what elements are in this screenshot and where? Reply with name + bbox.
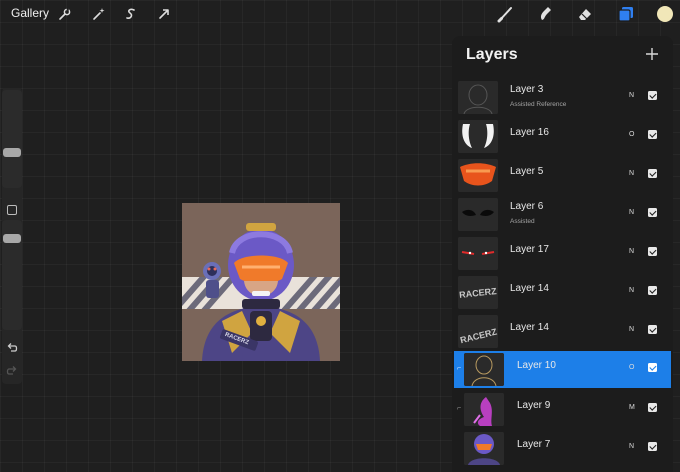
visibility-checkbox[interactable]: [648, 363, 657, 372]
layer-thumbnail: [464, 353, 504, 386]
layer-thumbnail: [458, 81, 498, 114]
transform-arrow-icon[interactable]: [155, 5, 173, 23]
layer-row[interactable]: Layer 6 Assisted N: [454, 196, 671, 233]
layer-name: Layer 7: [517, 439, 551, 450]
layer-name: Layer 14: [510, 283, 549, 294]
layer-name: Layer 5: [510, 166, 544, 177]
gallery-button[interactable]: Gallery: [11, 6, 49, 20]
modify-button[interactable]: [7, 205, 17, 215]
layer-thumbnail: RACERZ: [458, 276, 498, 309]
layer-name: Layer 9: [517, 400, 551, 411]
layer-name: Layer 16: [510, 127, 549, 138]
blend-mode-button[interactable]: N: [629, 443, 634, 450]
layer-row[interactable]: RACERZ Layer 14 N: [454, 274, 671, 311]
layer-row[interactable]: Layer 16 O: [454, 118, 671, 155]
plus-icon[interactable]: [643, 45, 661, 63]
layer-name: Layer 14: [510, 322, 549, 333]
visibility-checkbox[interactable]: [648, 442, 657, 451]
clip-indicator-icon: ⌐: [457, 405, 462, 412]
wrench-icon[interactable]: [56, 5, 74, 23]
layer-name: Layer 17: [510, 244, 549, 255]
layers-panel: Layers Layer 3 Assisted Reference N Laye…: [452, 36, 673, 472]
visibility-checkbox[interactable]: [648, 91, 657, 100]
layer-row[interactable]: Layer 7 N: [454, 430, 671, 467]
blend-mode-button[interactable]: O: [629, 131, 634, 138]
blend-mode-button[interactable]: N: [629, 170, 634, 177]
layer-thumbnail: [458, 198, 498, 231]
blend-mode-button[interactable]: N: [629, 92, 634, 99]
color-swatch-icon[interactable]: [655, 5, 675, 23]
visibility-checkbox[interactable]: [648, 247, 657, 256]
layer-name: Layer 10: [517, 360, 556, 371]
selection-icon[interactable]: [122, 5, 140, 23]
layer-thumbnail: [464, 432, 504, 465]
layer-name: Layer 3: [510, 84, 544, 95]
undo-icon[interactable]: [6, 341, 18, 359]
layer-subtitle: Assisted Reference: [510, 101, 567, 108]
blend-mode-button[interactable]: N: [629, 248, 634, 255]
brush-size-slider[interactable]: [2, 90, 22, 188]
layer-row[interactable]: Layer 3 Assisted Reference N: [454, 79, 671, 116]
left-sidebar: [2, 88, 22, 384]
layer-thumbnail: [464, 393, 504, 426]
blend-mode-button[interactable]: O: [629, 364, 634, 371]
opacity-knob[interactable]: [3, 234, 21, 243]
eraser-icon[interactable]: [575, 5, 595, 23]
layer-row[interactable]: Layer 5 N: [454, 157, 671, 194]
layer-thumbnail: [458, 159, 498, 192]
layer-thumbnail: [458, 120, 498, 153]
top-toolbar: Gallery: [0, 0, 680, 28]
blend-mode-button[interactable]: N: [629, 209, 634, 216]
visibility-checkbox[interactable]: [648, 130, 657, 139]
visibility-checkbox[interactable]: [648, 325, 657, 334]
visibility-checkbox[interactable]: [648, 169, 657, 178]
layer-row[interactable]: Layer 17 N: [454, 235, 671, 272]
visibility-checkbox[interactable]: [648, 403, 657, 412]
redo-icon[interactable]: [6, 364, 18, 382]
blend-mode-button[interactable]: N: [629, 287, 634, 294]
layer-subtitle: Assisted: [510, 218, 535, 225]
visibility-checkbox[interactable]: [648, 208, 657, 217]
opacity-slider[interactable]: [2, 220, 22, 330]
magic-wand-icon[interactable]: [90, 5, 108, 23]
layer-row-selected[interactable]: ⌐ Layer 10 O: [454, 351, 671, 388]
layers-icon[interactable]: [616, 5, 636, 23]
artwork-canvas[interactable]: RACERZ: [182, 203, 340, 361]
visibility-checkbox[interactable]: [648, 286, 657, 295]
layer-row[interactable]: ⌐ Layer 9 M: [454, 391, 671, 428]
smudge-icon[interactable]: [535, 5, 555, 23]
blend-mode-button[interactable]: N: [629, 326, 634, 333]
clip-indicator-icon: ⌐: [457, 365, 462, 372]
panel-title: Layers: [466, 46, 518, 63]
layer-name: Layer 6: [510, 201, 544, 212]
layer-thumbnail: [458, 237, 498, 270]
layer-thumbnail: RACERZ: [458, 315, 498, 348]
brush-icon[interactable]: [496, 5, 516, 23]
layer-row[interactable]: RACERZ Layer 14 N: [454, 313, 671, 350]
brush-size-knob[interactable]: [3, 148, 21, 157]
blend-mode-button[interactable]: M: [629, 404, 635, 411]
